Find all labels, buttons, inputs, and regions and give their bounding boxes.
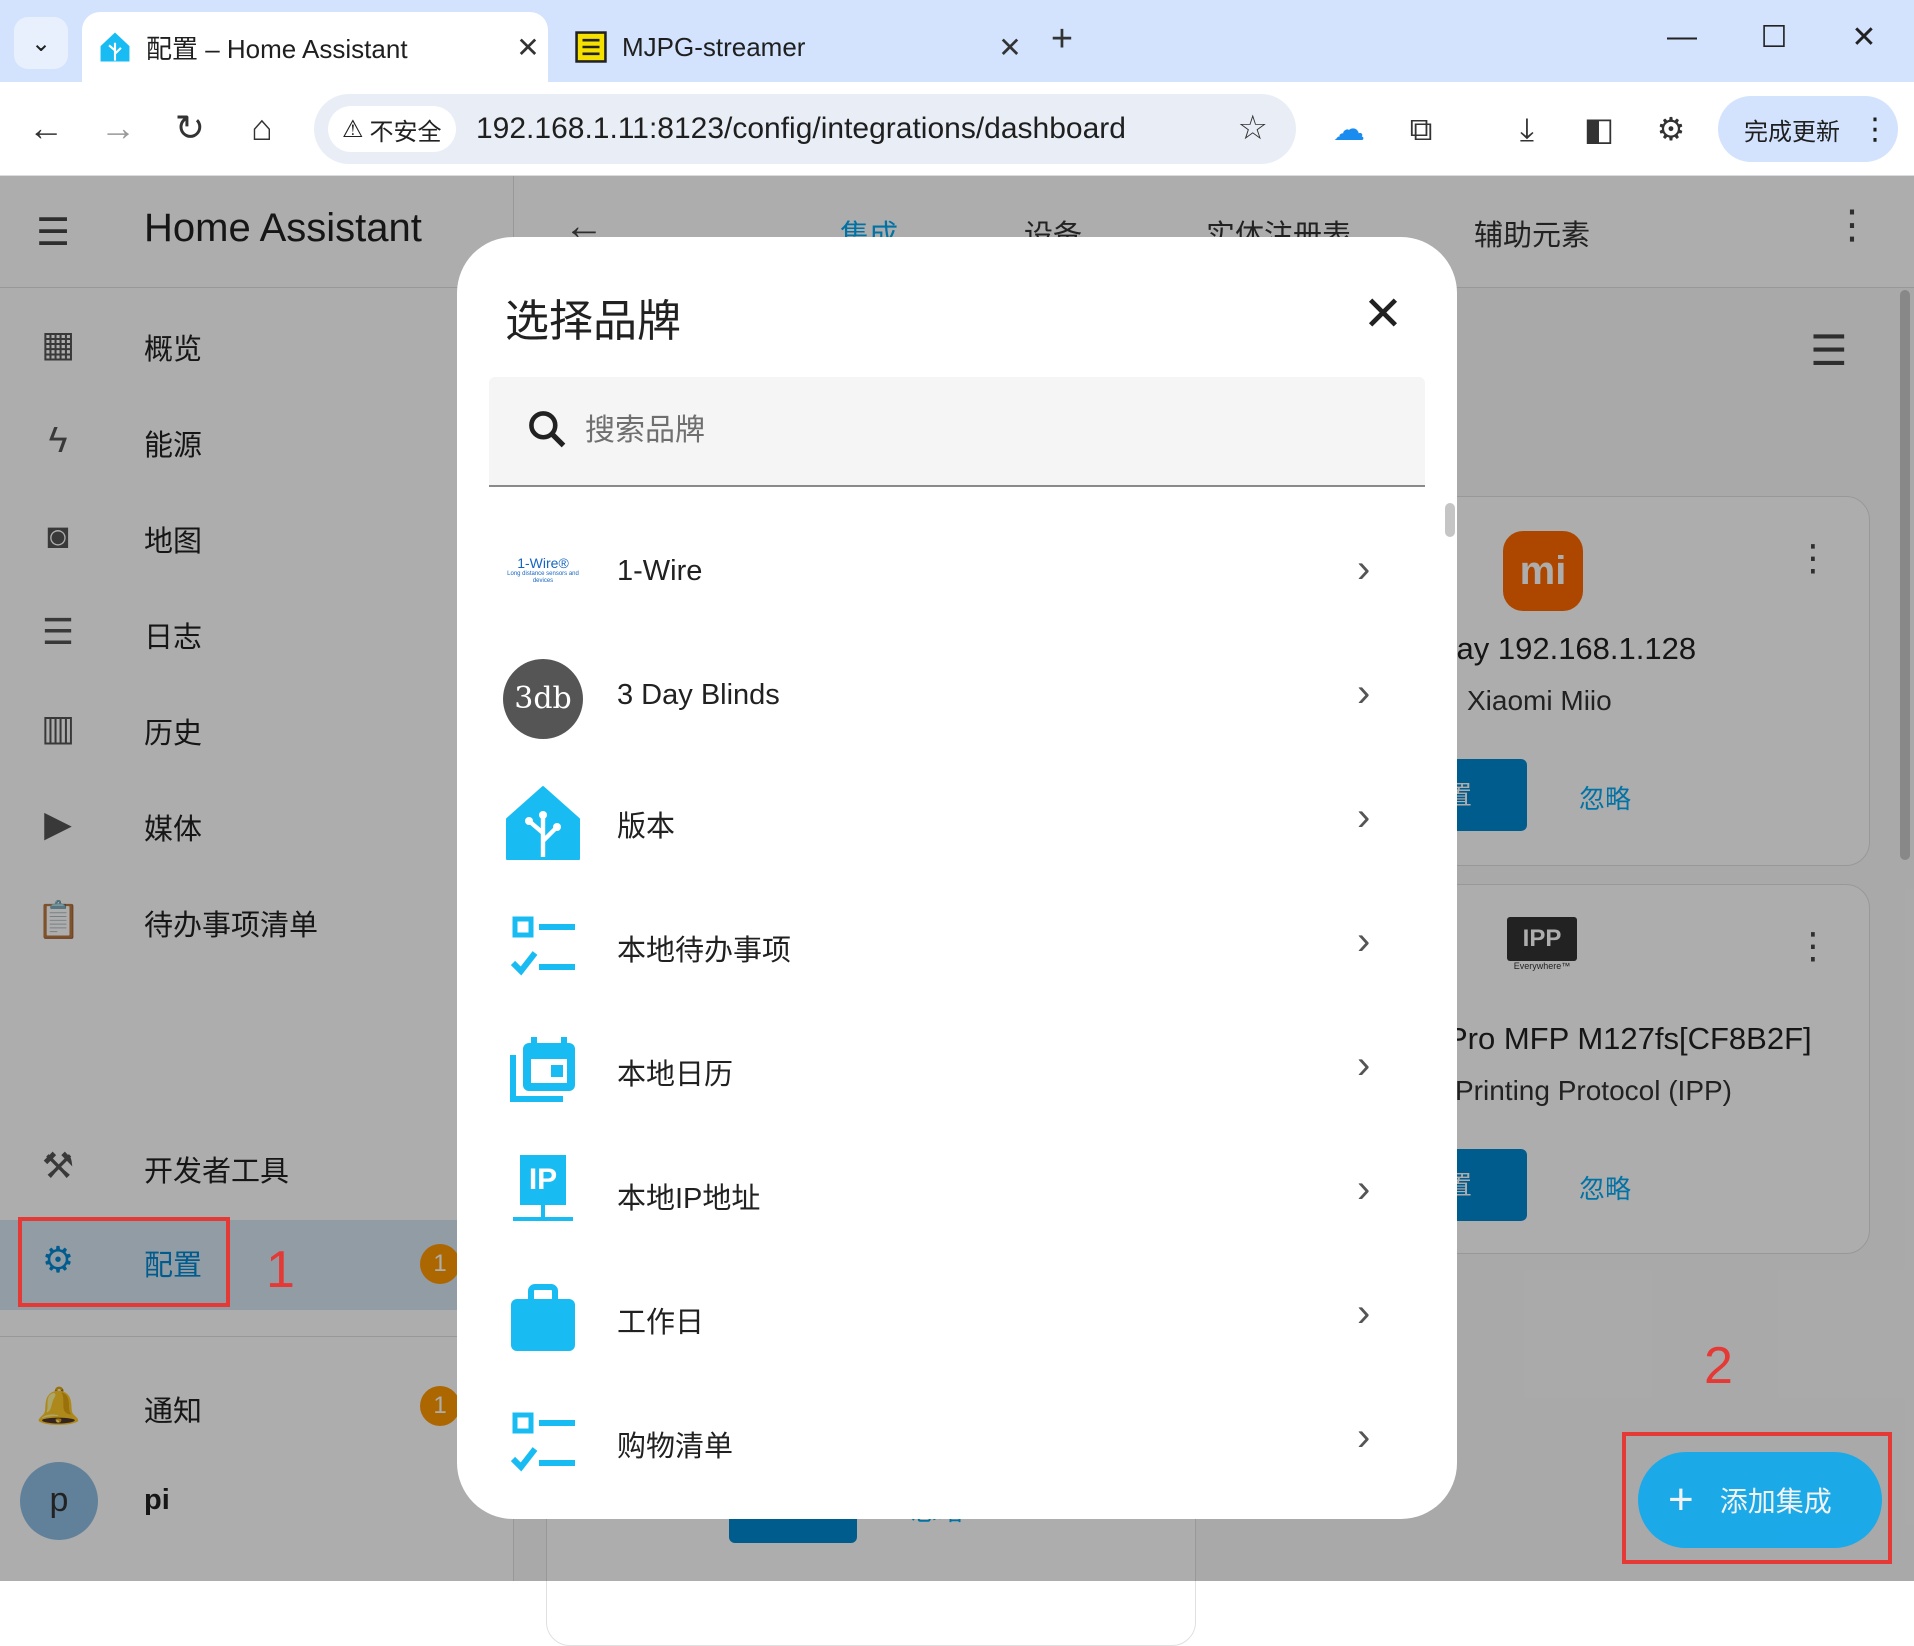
address-bar[interactable]: ⚠ 不安全 192.168.1.11:8123/config/integrati… bbox=[314, 94, 1296, 164]
extensions-icon[interactable]: ⧉ bbox=[1396, 104, 1446, 154]
chevron-right-icon: › bbox=[1357, 1415, 1371, 1459]
forward-icon[interactable]: → bbox=[92, 102, 144, 154]
brand-name: 版本 bbox=[617, 811, 676, 843]
settings-gear-icon[interactable]: ⚙ bbox=[1646, 104, 1696, 154]
annotation-box bbox=[18, 1217, 230, 1307]
security-label: 不安全 bbox=[369, 118, 442, 146]
close-icon[interactable]: ✕ bbox=[1353, 285, 1413, 345]
update-button[interactable]: 完成更新 ⋮ bbox=[1718, 96, 1898, 162]
chevron-right-icon: › bbox=[1357, 1043, 1371, 1087]
side-panel-icon[interactable]: ◧ bbox=[1574, 104, 1624, 154]
ip-logo-text: IP bbox=[520, 1155, 566, 1205]
maximize-window-icon[interactable]: ☐ bbox=[1744, 20, 1804, 64]
brand-list-item[interactable]: 本地日历 › bbox=[457, 1009, 1457, 1133]
minimize-window-icon[interactable]: — bbox=[1652, 20, 1712, 64]
brand-search-field[interactable] bbox=[489, 377, 1425, 487]
chevron-right-icon: › bbox=[1357, 1291, 1371, 1335]
new-tab-button[interactable]: + bbox=[1040, 18, 1084, 61]
3-day-blinds-logo-icon: 3db bbox=[503, 659, 583, 739]
onewire-logo-subtext: Long distance sensors and devices bbox=[507, 571, 579, 584]
onewire-logo-icon: 1-Wire® Long distance sensors and device… bbox=[503, 535, 583, 615]
checklist-icon bbox=[510, 1412, 575, 1472]
calendar-icon bbox=[510, 1037, 575, 1102]
mjpg-streamer-favicon-icon bbox=[575, 31, 607, 63]
back-icon[interactable]: ← bbox=[20, 102, 72, 154]
brand-name: 本地日历 bbox=[617, 1059, 734, 1091]
dialog-title: 选择品牌 bbox=[505, 297, 681, 346]
update-label: 完成更新 bbox=[1744, 118, 1840, 146]
tab-title: 配置 – Home Assistant bbox=[146, 33, 408, 64]
cloud-icon[interactable]: ☁ bbox=[1324, 104, 1374, 154]
chevron-right-icon: › bbox=[1357, 1167, 1371, 1211]
brand-list-item[interactable]: 1-Wire® Long distance sensors and device… bbox=[457, 513, 1457, 637]
url-text[interactable]: 192.168.1.11:8123/config/integrations/da… bbox=[476, 112, 1126, 146]
close-tab-icon[interactable]: ✕ bbox=[990, 31, 1030, 64]
page-scrollbar[interactable] bbox=[1900, 290, 1910, 860]
brand-list-item[interactable]: 工作日 › bbox=[457, 1257, 1457, 1381]
tab-title: MJPG-streamer bbox=[622, 31, 806, 62]
brand-name: 3 Day Blinds bbox=[617, 679, 780, 711]
browser-tab[interactable]: MJPG-streamer ✕ bbox=[560, 12, 1030, 82]
browser-tab-bar: ⌄ 配置 – Home Assistant ✕ MJPG-streamer ✕ … bbox=[0, 0, 1914, 82]
bookmark-star-icon[interactable]: ☆ bbox=[1238, 108, 1268, 148]
tab-search-button[interactable]: ⌄ bbox=[14, 17, 68, 69]
search-icon bbox=[529, 411, 566, 448]
annotation-number: 2 bbox=[1704, 1337, 1733, 1395]
brand-list-item[interactable]: 版本 › bbox=[457, 761, 1457, 885]
brand-name: 购物清单 bbox=[617, 1431, 734, 1463]
home-assistant-favicon-icon bbox=[100, 32, 130, 62]
close-window-icon[interactable]: ✕ bbox=[1834, 20, 1894, 64]
close-tab-icon[interactable]: ✕ bbox=[508, 31, 548, 64]
download-icon[interactable]: ⤓ bbox=[1502, 104, 1552, 154]
chevron-right-icon: › bbox=[1357, 795, 1371, 839]
annotation-box bbox=[1622, 1432, 1892, 1564]
chevron-down-icon: ⌄ bbox=[30, 29, 52, 57]
checklist-icon bbox=[510, 916, 575, 976]
brand-name: 1-Wire bbox=[617, 555, 703, 587]
more-vert-icon: ⋮ bbox=[1860, 112, 1890, 146]
briefcase-icon bbox=[511, 1284, 575, 1351]
annotation-number: 1 bbox=[266, 1241, 295, 1299]
home-icon[interactable]: ⌂ bbox=[236, 102, 288, 154]
choose-brand-dialog: 选择品牌 ✕ 1-Wire® Long distance sensors and… bbox=[457, 237, 1457, 1519]
home-assistant-logo-icon bbox=[506, 786, 580, 860]
brand-list-item[interactable]: 本地待办事项 › bbox=[457, 885, 1457, 1009]
brand-name: 工作日 bbox=[617, 1307, 705, 1339]
brand-list-item[interactable]: 购物清单 › bbox=[457, 1381, 1457, 1505]
warning-icon: ⚠ bbox=[342, 115, 364, 143]
browser-tab-active[interactable]: 配置 – Home Assistant ✕ bbox=[82, 12, 548, 82]
search-input[interactable] bbox=[585, 405, 1385, 457]
security-chip[interactable]: ⚠ 不安全 bbox=[328, 106, 456, 152]
chevron-right-icon: › bbox=[1357, 919, 1371, 963]
chevron-right-icon: › bbox=[1357, 547, 1371, 591]
brand-name: 本地IP地址 bbox=[617, 1183, 761, 1215]
3db-logo-text: 3db bbox=[514, 681, 572, 716]
brand-name: 本地待办事项 bbox=[617, 935, 792, 967]
brand-list-item[interactable]: IP 本地IP地址 › bbox=[457, 1133, 1457, 1257]
ip-network-logo-icon: IP bbox=[503, 1155, 583, 1235]
onewire-logo-text: 1-Wire® bbox=[517, 555, 569, 571]
browser-toolbar: ← → ↻ ⌂ ⚠ 不安全 192.168.1.11:8123/config/i… bbox=[0, 82, 1914, 176]
reload-icon[interactable]: ↻ bbox=[164, 102, 216, 154]
chevron-right-icon: › bbox=[1357, 671, 1371, 715]
brand-list-item[interactable]: 3db 3 Day Blinds › bbox=[457, 637, 1457, 761]
